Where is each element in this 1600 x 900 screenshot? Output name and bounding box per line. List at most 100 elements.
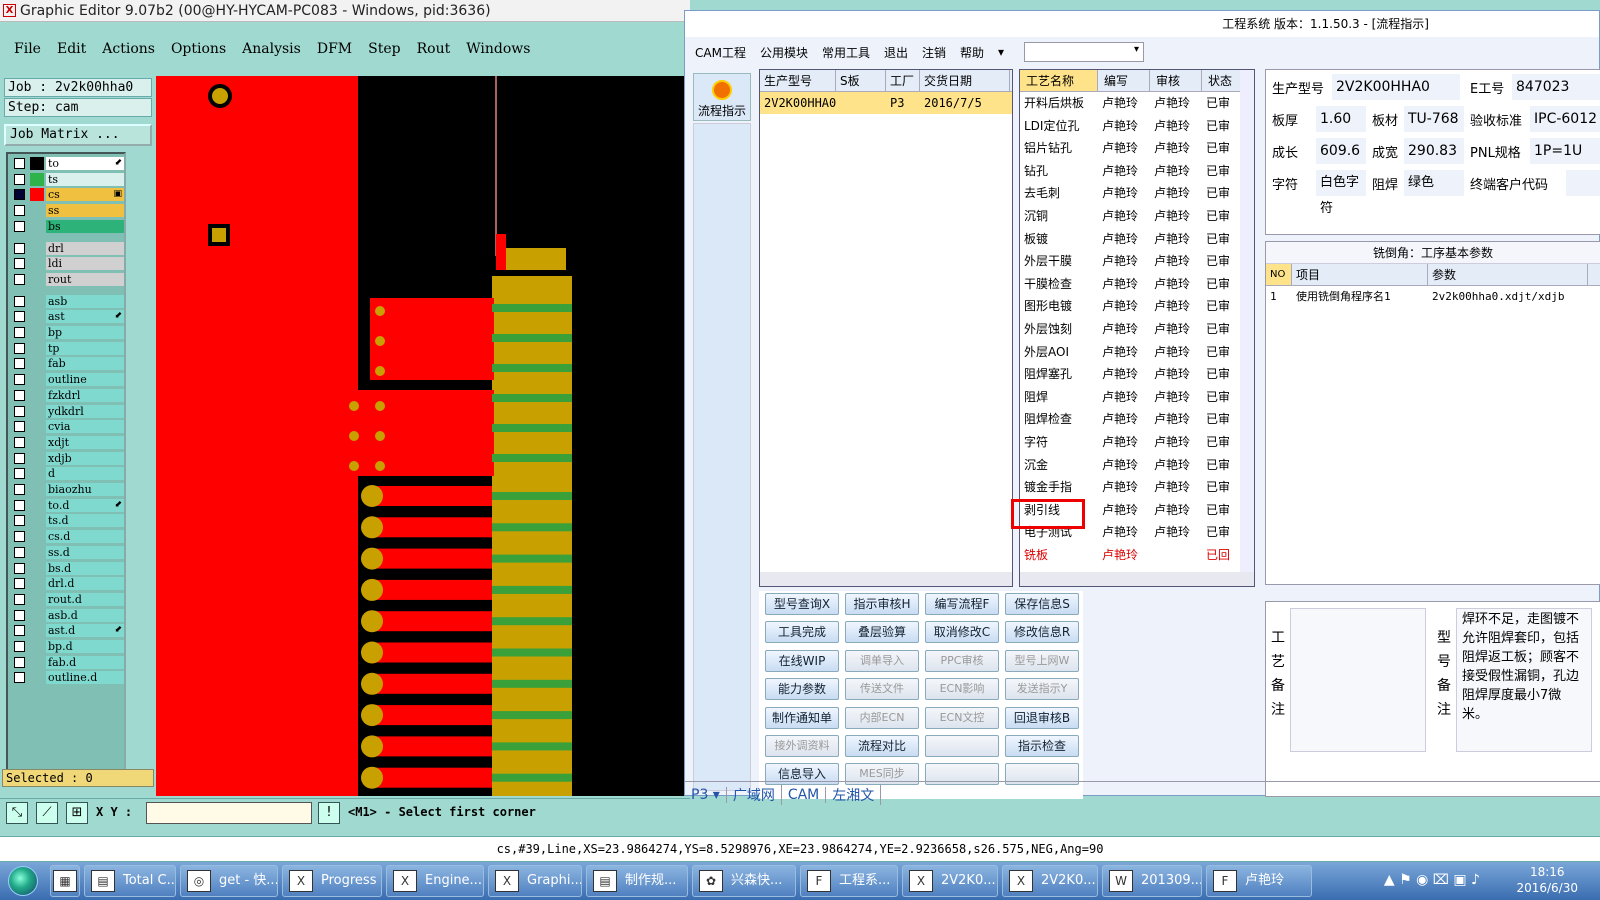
layer-row[interactable]: xdjt: [10, 435, 124, 450]
table-row[interactable]: 镀金手指 卢艳玲 卢艳玲 已审: [1020, 476, 1254, 499]
layer-name[interactable]: bs.d: [46, 561, 124, 575]
menu-item[interactable]: 公用模块: [760, 44, 808, 61]
action-button[interactable]: 传送文件: [845, 678, 919, 701]
layer-checkbox[interactable]: [14, 609, 25, 621]
column-header[interactable]: NO: [1266, 264, 1292, 285]
menu-item[interactable]: 常用工具: [822, 44, 870, 61]
layer-row[interactable]: d: [10, 466, 124, 481]
layer-row[interactable]: rout.d: [10, 592, 124, 607]
layer-checkbox[interactable]: [14, 311, 25, 323]
layer-checkbox[interactable]: [14, 273, 25, 285]
taskbar-item[interactable]: X Graphi...: [488, 865, 582, 897]
layer-checkbox[interactable]: [14, 295, 25, 307]
column-header[interactable]: 参数: [1428, 264, 1588, 285]
table-row[interactable]: 铣板 卢艳玲 已回: [1020, 544, 1254, 567]
info-icon[interactable]: !: [318, 802, 340, 824]
taskbar-item[interactable]: ▤ 制作规...: [586, 865, 688, 897]
taskbar-item[interactable]: W 201309...: [1102, 865, 1202, 897]
eno-field[interactable]: 847023: [1512, 74, 1600, 100]
taskbar-item[interactable]: ▤ Total C...: [84, 865, 176, 897]
standard-field[interactable]: IPC-6012: [1530, 106, 1600, 132]
action-button[interactable]: 取消修改C: [925, 621, 999, 644]
layer-name[interactable]: rout: [46, 272, 124, 286]
action-button[interactable]: 流程对比: [845, 735, 919, 757]
layer-checkbox[interactable]: [14, 499, 25, 511]
layer-checkbox[interactable]: [14, 220, 25, 232]
layer-checkbox[interactable]: [14, 546, 25, 558]
column-header[interactable]: 生产型号: [760, 70, 836, 91]
action-button[interactable]: 回退审核B: [1005, 706, 1079, 729]
layer-name[interactable]: fab: [46, 357, 124, 371]
layer-name[interactable]: xdjb: [46, 451, 124, 465]
table-row[interactable]: 字符 卢艳玲 卢艳玲 已审: [1020, 431, 1254, 454]
action-button[interactable]: 指示检查: [1005, 735, 1079, 757]
layer-row[interactable]: cs ▣: [10, 187, 124, 202]
layer-checkbox[interactable]: [14, 342, 25, 354]
scrollbar[interactable]: [1020, 572, 1254, 586]
taskbar-item[interactable]: ✿ 兴森快...: [692, 865, 796, 897]
table-row[interactable]: 阻焊检查 卢艳玲 卢艳玲 已审: [1020, 408, 1254, 431]
action-button[interactable]: 制作通知单: [765, 706, 839, 729]
table-row[interactable]: 去毛刺 卢艳玲 卢艳玲 已审: [1020, 182, 1254, 205]
table-row[interactable]: LDI定位孔 卢艳玲 卢艳玲 已审: [1020, 115, 1254, 138]
menu-item[interactable]: Options: [171, 41, 226, 57]
layer-name[interactable]: biaozhu: [46, 483, 124, 496]
grid-icon[interactable]: ⊞: [66, 802, 88, 824]
column-header[interactable]: 工艺名称: [1020, 70, 1098, 91]
action-button[interactable]: ECN影响: [925, 678, 999, 701]
taskbar-item[interactable]: X 2V2K0...: [1002, 865, 1098, 897]
layer-name[interactable]: tp: [46, 341, 124, 355]
layer-row[interactable]: bp.d: [10, 639, 124, 654]
pnl-field[interactable]: 1P=1U: [1530, 138, 1600, 164]
layer-name[interactable]: outline.d: [46, 671, 124, 685]
model-field[interactable]: 2V2K00HHA0: [1332, 74, 1460, 100]
length-field[interactable]: 609.6: [1316, 138, 1366, 164]
layer-checkbox[interactable]: [14, 593, 25, 605]
layer-row[interactable]: biaozhu: [10, 482, 124, 497]
layer-row[interactable]: bp: [10, 325, 124, 340]
dropdown-arrow-icon[interactable]: ▾: [998, 45, 1004, 59]
taskbar-item[interactable]: ◎ get - 快...: [180, 865, 278, 897]
layer-name[interactable]: drl.d: [46, 577, 124, 591]
layer-row[interactable]: to.d ⬋: [10, 498, 124, 513]
clock[interactable]: 18:16 2016/6/30: [1516, 864, 1578, 896]
graphic-canvas[interactable]: [156, 76, 692, 796]
layer-row[interactable]: cs.d: [10, 529, 124, 544]
layer-name[interactable]: bs: [46, 219, 124, 233]
action-button[interactable]: [925, 735, 999, 757]
layer-name[interactable]: to ⬋: [46, 157, 124, 170]
layer-row[interactable]: tp: [10, 341, 124, 356]
table-row[interactable]: 外层AOI 卢艳玲 卢艳玲 已审: [1020, 341, 1254, 364]
action-button[interactable]: 保存信息S: [1005, 593, 1079, 615]
xy-input[interactable]: [146, 802, 312, 824]
layer-name[interactable]: asb.d: [46, 608, 124, 622]
layer-checkbox[interactable]: [14, 672, 25, 684]
table-row[interactable]: 铝片钻孔 卢艳玲 卢艳玲 已审: [1020, 137, 1254, 160]
job-matrix-button[interactable]: Job Matrix ...: [4, 124, 152, 146]
action-button[interactable]: 内部ECN: [845, 706, 919, 729]
action-button[interactable]: 指示审核H: [845, 593, 919, 615]
scrollbar[interactable]: [1240, 70, 1254, 574]
layer-name[interactable]: ast ⬋: [46, 310, 124, 324]
width-field[interactable]: 290.83: [1404, 138, 1464, 164]
table-row[interactable]: 图形电镀 卢艳玲 卢艳玲 已审: [1020, 295, 1254, 318]
layer-name[interactable]: ast.d ⬋: [46, 624, 124, 638]
silkscreen-field[interactable]: 白色字符: [1316, 170, 1366, 216]
layer-checkbox[interactable]: [14, 421, 25, 433]
layer-name[interactable]: ts.d: [46, 514, 124, 528]
layer-name[interactable]: xdjt: [46, 435, 124, 449]
menu-item[interactable]: CAM工程: [695, 44, 746, 61]
layer-checkbox[interactable]: [14, 625, 25, 637]
table-row[interactable]: 钻孔 卢艳玲 卢艳玲 已审: [1020, 160, 1254, 183]
layer-name[interactable]: cvia: [46, 420, 124, 434]
measure-icon[interactable]: ⟋: [36, 802, 58, 824]
layer-row[interactable]: outline.d: [10, 670, 124, 685]
column-header[interactable]: 项目: [1292, 264, 1428, 285]
layer-checkbox[interactable]: [14, 484, 25, 495]
layer-checkbox[interactable]: [14, 173, 25, 185]
action-button[interactable]: 调单导入: [845, 649, 919, 672]
layer-checkbox[interactable]: [14, 158, 25, 169]
layer-row[interactable]: asb: [10, 294, 124, 309]
layer-row[interactable]: xdjb: [10, 451, 124, 466]
column-header[interactable]: 审核: [1150, 70, 1202, 91]
